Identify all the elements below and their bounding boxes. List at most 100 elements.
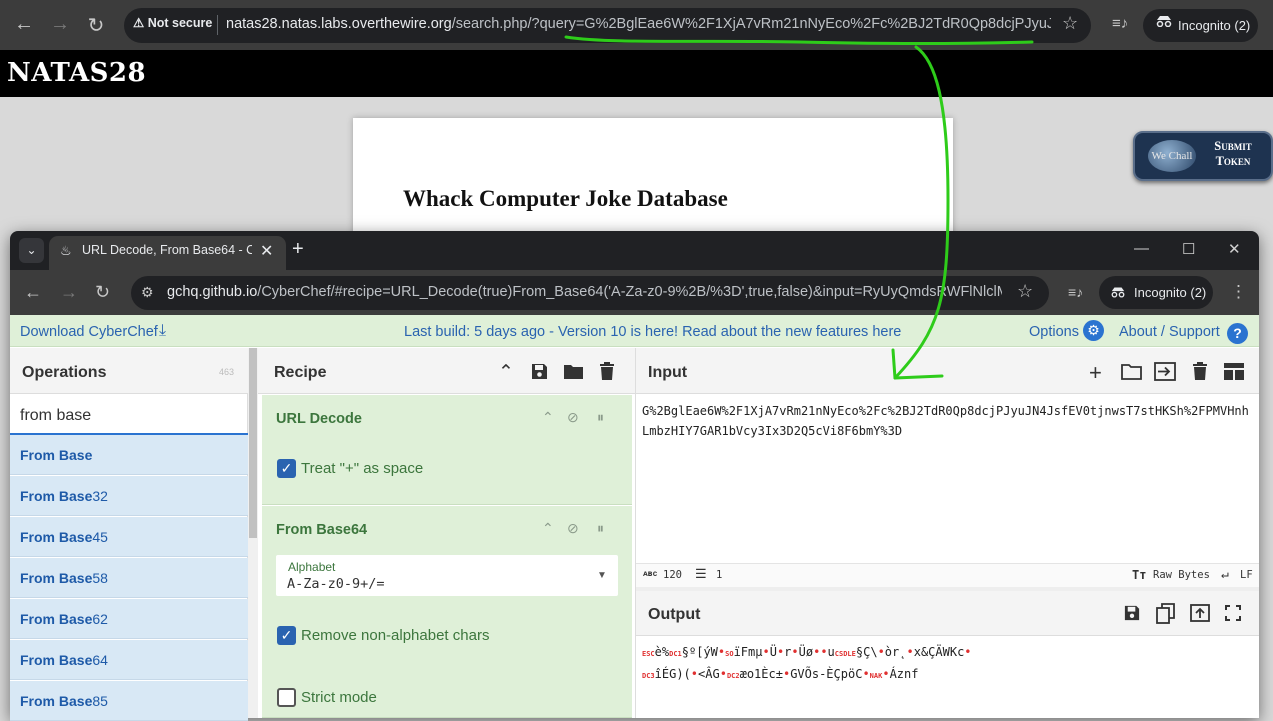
- op-suffix: 45: [92, 529, 108, 545]
- control-char-glyph: DC1: [669, 650, 682, 658]
- url-host: gchq.github.io: [167, 284, 258, 300]
- output-chars: x&ÇÄWKc: [913, 645, 965, 659]
- line-ending-label[interactable]: LF: [1240, 569, 1253, 581]
- url-text[interactable]: gchq.github.io/CyberChef/#recipe=URL_Dec…: [167, 284, 1002, 300]
- incognito-icon: [1156, 16, 1172, 27]
- save-output-icon[interactable]: [1123, 604, 1141, 622]
- collapse-all-icon[interactable]: ⌃: [498, 361, 514, 384]
- build-info-link[interactable]: Last build: 5 days ago - Version 10 is h…: [404, 324, 901, 340]
- load-recipe-icon[interactable]: [563, 363, 584, 380]
- maximize-icon[interactable]: ☐: [1182, 240, 1195, 258]
- output-line-2: DC3îÉG)(•<ÂG•DC2æo1Èc±•GVÕs-ÈÇpöC•NAK•Áz…: [642, 664, 1242, 686]
- download-cyberchef-link[interactable]: Download CyberChef: [20, 324, 158, 340]
- control-char-glyph: ESC: [642, 650, 655, 658]
- nonprintable-dot: •: [690, 667, 699, 681]
- open-file-icon[interactable]: [1154, 362, 1176, 381]
- forward-arrow-icon[interactable]: →: [48, 13, 72, 36]
- save-recipe-icon[interactable]: [530, 362, 549, 381]
- bookmark-star-icon[interactable]: ☆: [1062, 13, 1078, 34]
- about-support-link[interactable]: About / Support: [1119, 324, 1220, 340]
- output-text[interactable]: ESCè%DC1§º[ýW•SOïFmµ•Ü•r•Üø••uCSDLE§Ç\•ò…: [642, 642, 1242, 686]
- op-from-base64[interactable]: From Base64: [10, 640, 248, 680]
- background-url-text[interactable]: natas28.natas.labs.overthewire.org/searc…: [226, 16, 1051, 32]
- nonprintable-dot: •: [791, 645, 799, 659]
- disable-icon[interactable]: ⊘: [567, 520, 579, 537]
- text-format-icon[interactable]: Tт: [1132, 568, 1146, 582]
- op-from-base45[interactable]: From Base45: [10, 517, 248, 557]
- add-tab-icon[interactable]: +: [1089, 360, 1102, 386]
- gear-icon[interactable]: ⚙: [1083, 320, 1104, 341]
- media-control-icon[interactable]: ≡♪: [1068, 284, 1083, 300]
- operations-search-input[interactable]: from base: [20, 407, 91, 425]
- replace-input-icon[interactable]: [1190, 604, 1210, 622]
- line-ending-icon[interactable]: ↵: [1221, 567, 1229, 582]
- copy-output-icon[interactable]: [1156, 603, 1175, 624]
- nonprintable-dot: •: [877, 645, 885, 659]
- pause-icon[interactable]: ⏸: [597, 520, 604, 537]
- clear-input-icon[interactable]: [1192, 362, 1208, 381]
- op-match: From Base: [20, 447, 93, 463]
- operations-scrollbar-thumb[interactable]: [249, 348, 257, 538]
- back-arrow-icon[interactable]: ←: [12, 13, 36, 36]
- output-chars: òr˛: [884, 645, 907, 659]
- nonprintable-dot: •: [862, 667, 870, 681]
- bookmark-star-icon[interactable]: ☆: [1017, 281, 1033, 302]
- remove-non-alphabet-checkbox[interactable]: ✓: [277, 626, 296, 645]
- nonprintable-dot: •: [906, 645, 914, 659]
- output-chars: Ü: [769, 645, 777, 659]
- alphabet-value: A-Za-z0-9+/=: [287, 576, 385, 592]
- input-textarea[interactable]: G%2BglEae6W%2F1XjA7vRm21nNyEco%2Fc%2BJ2T…: [642, 401, 1254, 441]
- op-from-base85[interactable]: From Base85: [10, 681, 248, 721]
- op-suffix: 62: [92, 611, 108, 627]
- treat-plus-label: Treat "+" as space: [301, 460, 424, 477]
- url-path: /CyberChef/#recipe=URL_Decode(true)From_…: [257, 284, 1002, 300]
- treat-plus-checkbox[interactable]: ✓: [277, 459, 296, 478]
- input-lines: 1: [716, 569, 723, 581]
- strict-mode-checkbox[interactable]: [277, 688, 296, 707]
- disable-icon[interactable]: ⊘: [567, 409, 579, 426]
- raw-bytes-button[interactable]: Raw Bytes: [1153, 569, 1210, 581]
- recipe-title: Recipe: [274, 364, 327, 381]
- output-line-1: ESCè%DC1§º[ýW•SOïFmµ•Ü•r•Üø••uCSDLE§Ç\•ò…: [642, 642, 1242, 664]
- op-from-base58[interactable]: From Base58: [10, 558, 248, 598]
- operations-count: 463: [219, 367, 235, 377]
- output-chars: Üø: [798, 645, 814, 659]
- output-chars: ïFmµ: [733, 645, 763, 659]
- incognito-icon: [1111, 287, 1125, 298]
- submit-token-label: Submit Token: [1214, 139, 1252, 168]
- url-path: /search.php/?query=G%2BglEae6W%2F1XjA7vR…: [451, 16, 1051, 32]
- chevron-down-icon[interactable]: ▼: [597, 570, 607, 581]
- pause-icon[interactable]: ⏸: [597, 409, 604, 426]
- reload-icon[interactable]: ↻: [95, 282, 110, 303]
- download-icon[interactable]: ⤓: [159, 322, 166, 340]
- media-control-icon[interactable]: ≡♪: [1112, 15, 1128, 32]
- reload-icon[interactable]: ↻: [84, 13, 108, 38]
- options-link[interactable]: Options: [1029, 324, 1079, 340]
- minimize-icon[interactable]: —: [1134, 240, 1149, 257]
- op-from-base62[interactable]: From Base62: [10, 599, 248, 639]
- close-window-icon[interactable]: ✕: [1228, 240, 1241, 258]
- new-tab-icon[interactable]: +: [292, 238, 304, 261]
- open-folder-icon[interactable]: [1121, 363, 1142, 380]
- help-icon[interactable]: ?: [1227, 323, 1248, 344]
- browser-menu-icon[interactable]: ⋮: [1230, 282, 1247, 302]
- natas-page-heading: Whack Computer Joke Database: [403, 186, 728, 211]
- site-info-icon[interactable]: ⚙: [141, 284, 154, 301]
- op-from-base32[interactable]: From Base32: [10, 476, 248, 516]
- close-tab-icon[interactable]: ✕: [260, 241, 273, 261]
- tab-search-dropdown[interactable]: ⌄: [19, 238, 44, 263]
- forward-arrow-icon[interactable]: →: [60, 282, 78, 303]
- back-arrow-icon[interactable]: ←: [24, 282, 42, 303]
- not-secure-badge[interactable]: ⚠ Not secure: [133, 15, 212, 30]
- maximize-output-icon[interactable]: [1225, 605, 1241, 621]
- clear-recipe-icon[interactable]: [599, 362, 615, 381]
- layout-icon[interactable]: [1224, 363, 1244, 380]
- op-from-base[interactable]: From Base: [10, 435, 248, 475]
- incognito-label: Incognito (2): [1134, 285, 1207, 300]
- output-chars: æo1Èc±: [739, 667, 783, 681]
- collapse-icon[interactable]: ⌃: [542, 520, 554, 537]
- collapse-icon[interactable]: ⌃: [542, 409, 554, 426]
- op-match: From Base: [20, 652, 93, 668]
- op-match: From Base: [20, 611, 93, 627]
- omnibox-separator: [217, 15, 218, 35]
